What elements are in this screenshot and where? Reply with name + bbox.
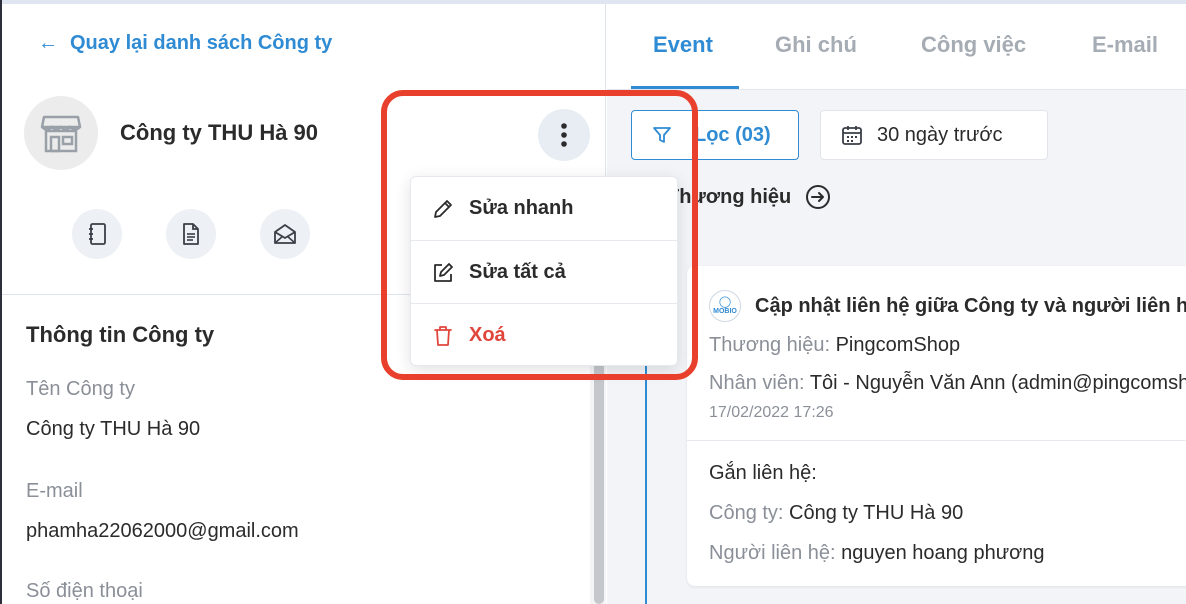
event-staff-line: Nhân viên: Tôi - Nguyễn Văn Ann (admin@p… (709, 372, 1186, 394)
field-value-email: phamha22062000@gmail.com (26, 520, 299, 542)
tab-notes[interactable]: Ghi chú (775, 32, 857, 58)
left-scrollbar-thumb[interactable] (594, 362, 604, 604)
brand-selector-label: Thương hiệu (667, 185, 792, 208)
active-tab-indicator (631, 86, 739, 89)
envelope-icon (274, 224, 296, 244)
more-actions-button[interactable] (538, 109, 590, 161)
event-company-line: Công ty: Công ty THU Hà 90 (709, 502, 964, 524)
tab-event[interactable]: Event (653, 32, 713, 58)
menu-item-quick-edit[interactable]: Sửa nhanh (411, 177, 679, 240)
trash-icon (434, 325, 452, 346)
storefront-icon (24, 96, 98, 170)
arrow-right-circle-icon (806, 185, 831, 209)
field-label-phone: Số điện thoại (26, 580, 143, 602)
tab-tasks[interactable]: Công việc (921, 32, 1026, 58)
document-button[interactable] (166, 209, 216, 259)
calendar-icon (842, 126, 862, 145)
field-label-company-name: Tên Công ty (26, 378, 135, 400)
event-timestamp: 17/02/2022 17:26 (709, 404, 834, 421)
event-title-row: ◯ MOBIO Cập nhật liên hệ giữa Công ty và… (709, 290, 1186, 322)
menu-item-delete[interactable]: Xoá (411, 304, 679, 367)
event-divider (687, 440, 1186, 441)
date-range-button[interactable]: 30 ngày trước (820, 110, 1048, 160)
back-link-label: Quay lại danh sách Công ty (70, 32, 333, 54)
brand-selector[interactable]: Thương hiệu (667, 184, 831, 210)
company-actions-menu: Sửa nhanh Sửa tất cả Xoá (410, 176, 679, 367)
edit-square-icon (434, 262, 453, 282)
event-contact-line: Người liên hệ: nguyen hoang phương (709, 542, 1045, 564)
arrow-left-icon: ← (38, 32, 58, 54)
quick-action-row (72, 209, 310, 259)
company-info-title: Thông tin Công ty (26, 322, 215, 347)
filter-label: Lọc (03) (694, 123, 771, 146)
event-title: Cập nhật liên hệ giữa Công ty và người l… (755, 294, 1186, 317)
activity-panel: Event Ghi chú Công việc E-mail Lọc (03) … (607, 4, 1186, 604)
email-button[interactable] (260, 209, 310, 259)
document-icon (183, 223, 199, 245)
event-attach-heading: Gắn liên hệ: (709, 462, 817, 484)
mobio-logo: ◯ MOBIO (709, 290, 741, 322)
pencil-icon (434, 199, 452, 218)
back-to-company-list-link[interactable]: ← Quay lại danh sách Công ty (38, 32, 332, 55)
date-range-label: 30 ngày trước (877, 123, 1003, 146)
field-label-email: E-mail (26, 480, 83, 502)
event-card: ◯ MOBIO Cập nhật liên hệ giữa Công ty và… (687, 266, 1186, 586)
menu-item-edit-all[interactable]: Sửa tất cả (411, 241, 679, 304)
company-name: Công ty THU Hà 90 (120, 120, 319, 145)
filter-button[interactable]: Lọc (03) (631, 110, 799, 160)
tab-email[interactable]: E-mail (1092, 32, 1158, 58)
event-brand-line: Thương hiệu: PingcomShop (709, 334, 961, 356)
notebook-button[interactable] (72, 209, 122, 259)
vertical-dots-icon (561, 123, 567, 147)
notebook-icon (89, 223, 106, 245)
field-value-company-name: Công ty THU Hà 90 (26, 418, 201, 440)
filter-icon (653, 127, 671, 143)
activity-tabs: Event Ghi chú Công việc E-mail (607, 4, 1186, 90)
company-header: Công ty THU Hà 90 (24, 96, 318, 170)
